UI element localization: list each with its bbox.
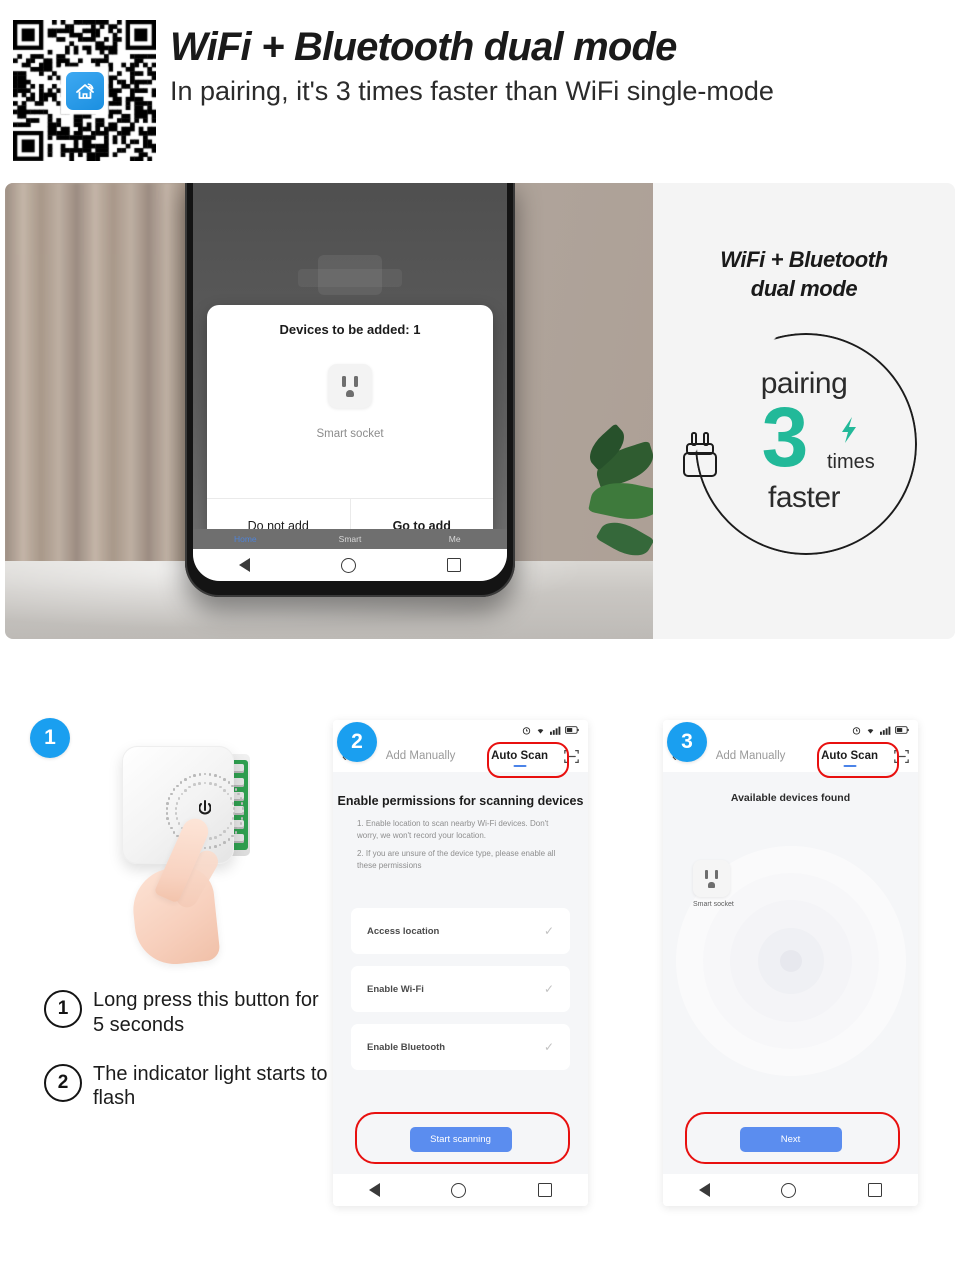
android-navbar xyxy=(333,1174,588,1206)
tab-me[interactable]: Me xyxy=(402,534,507,544)
speed-multiplier: 3 xyxy=(761,390,809,484)
permission-row[interactable]: Enable Bluetooth ✓ xyxy=(351,1024,570,1071)
hero-right-panel: WiFi + Bluetooth dual mode pairing 3 tim… xyxy=(653,183,955,639)
permission-label: Enable Bluetooth xyxy=(367,1041,446,1053)
curtain xyxy=(5,183,205,583)
home-nav-icon[interactable] xyxy=(781,1182,797,1198)
instruction-row: 1 Long press this button for 5 seconds xyxy=(44,988,334,1038)
dialog-title: Devices to be added: 1 xyxy=(279,322,421,337)
signal-icon xyxy=(550,726,561,735)
status-icons xyxy=(852,726,909,735)
alarm-icon xyxy=(522,726,531,735)
smart-socket-icon xyxy=(693,860,730,897)
instruction-number: 2 xyxy=(44,1063,82,1102)
instruction-number: 1 xyxy=(44,990,82,1028)
check-icon: ✓ xyxy=(543,982,554,997)
permissions-list: Access location ✓ Enable Wi-Fi ✓ Enable … xyxy=(333,878,588,1071)
wifi-icon xyxy=(537,728,544,734)
permission-row[interactable]: Enable Wi-Fi ✓ xyxy=(351,966,570,1013)
home-nav-icon[interactable] xyxy=(451,1182,467,1198)
times-label: times xyxy=(827,451,875,473)
permissions-notes: 1. Enable location to scan nearby Wi-Fi … xyxy=(333,808,588,871)
wifi-icon xyxy=(867,728,874,734)
android-navbar xyxy=(663,1174,918,1206)
check-icon: ✓ xyxy=(543,924,554,939)
speed-badge: pairing 3 times faster xyxy=(683,333,917,555)
hero-photo: Devices to be added: 1 Smart socket Do n… xyxy=(5,183,653,639)
auto-scan-highlight xyxy=(487,742,569,778)
power-button-icon xyxy=(198,800,212,822)
pointing-hand-icon xyxy=(126,814,236,969)
step-3-badge: 3 xyxy=(667,722,707,762)
power-plug-icon xyxy=(679,429,723,481)
background-device-image xyxy=(298,255,402,295)
step-2-badge: 2 xyxy=(337,722,377,762)
recents-nav-icon[interactable] xyxy=(447,558,462,572)
step-1-badge: 1 xyxy=(30,718,70,758)
screen-body: Enable permissions for scanning devices … xyxy=(333,772,588,1174)
permission-note: 1. Enable location to scan nearby Wi-Fi … xyxy=(357,819,549,840)
steps-section: 1 1 Long press this button for 5 seconds… xyxy=(0,700,960,1240)
permission-label: Access location xyxy=(367,925,440,937)
hero-panel-title-line1: WiFi + Bluetooth xyxy=(720,247,888,272)
page-header: WiFi + Bluetooth dual mode In pairing, i… xyxy=(0,0,960,172)
start-scanning-highlight xyxy=(355,1112,570,1164)
alarm-icon xyxy=(852,726,861,735)
permission-row[interactable]: Access location ✓ xyxy=(351,908,570,955)
permission-note: 2. If you are unsure of the device type,… xyxy=(357,849,556,870)
signal-icon xyxy=(880,726,891,735)
hero-phone: Devices to be added: 1 Smart socket Do n… xyxy=(185,183,515,597)
back-nav-icon[interactable] xyxy=(368,1183,380,1197)
found-device-tile[interactable]: Smart socket xyxy=(693,860,734,908)
header-text-block: WiFi + Bluetooth dual mode In pairing, i… xyxy=(170,24,950,107)
faster-label: faster xyxy=(767,481,841,514)
instruction-text: Long press this button for 5 seconds xyxy=(93,989,319,1036)
home-nav-icon[interactable] xyxy=(340,557,356,573)
back-nav-icon[interactable] xyxy=(698,1183,710,1197)
battery-icon xyxy=(895,726,909,734)
next-button-highlight xyxy=(685,1112,900,1164)
app-tabbar: Home Smart Me xyxy=(193,529,507,549)
hero-panel-title: WiFi + Bluetooth dual mode xyxy=(653,245,955,303)
page-title: WiFi + Bluetooth dual mode xyxy=(170,25,677,69)
back-nav-icon[interactable] xyxy=(238,558,250,572)
screen-body: Available devices found Smart socket Nex… xyxy=(663,772,918,1174)
house-plant xyxy=(557,423,653,577)
tab-smart[interactable]: Smart xyxy=(298,534,403,544)
battery-icon xyxy=(565,726,579,734)
android-navbar xyxy=(193,549,507,581)
instruction-text: The indicator light starts to flash xyxy=(93,1062,328,1110)
add-device-dialog: Devices to be added: 1 Smart socket Do n… xyxy=(207,305,493,553)
auto-scan-highlight xyxy=(817,742,899,778)
step-2-screenshot: ‹ Add Manually Auto Scan Enable permissi… xyxy=(333,720,588,1206)
check-icon: ✓ xyxy=(543,1040,554,1055)
page-subtitle: In pairing, it's 3 times faster than WiF… xyxy=(170,76,774,106)
tab-home[interactable]: Home xyxy=(193,534,298,544)
step-1-instructions: 1 Long press this button for 5 seconds 2… xyxy=(44,988,334,1135)
qr-code xyxy=(13,20,156,161)
hero-section: Devices to be added: 1 Smart socket Do n… xyxy=(5,183,955,639)
smart-home-wifi-icon xyxy=(65,71,104,110)
found-device-label: Smart socket xyxy=(693,901,734,908)
recents-nav-icon[interactable] xyxy=(538,1183,553,1197)
recents-nav-icon[interactable] xyxy=(868,1183,883,1197)
phone-screen: Devices to be added: 1 Smart socket Do n… xyxy=(193,183,507,581)
status-icons xyxy=(522,726,579,735)
smart-switch-module-illustration xyxy=(96,736,276,969)
smart-socket-icon xyxy=(328,364,372,408)
step-3-screenshot: :01 ‹ Add Manually Auto Scan xyxy=(663,720,918,1206)
instruction-row: 2 The indicator light starts to flash xyxy=(44,1062,334,1112)
hero-panel-title-line2: dual mode xyxy=(750,276,858,302)
permission-label: Enable Wi-Fi xyxy=(367,983,424,995)
infographic-page: WiFi + Bluetooth dual mode In pairing, i… xyxy=(0,0,960,1286)
dialog-device-name: Smart socket xyxy=(316,428,384,440)
lightning-bolt-icon xyxy=(839,417,859,443)
